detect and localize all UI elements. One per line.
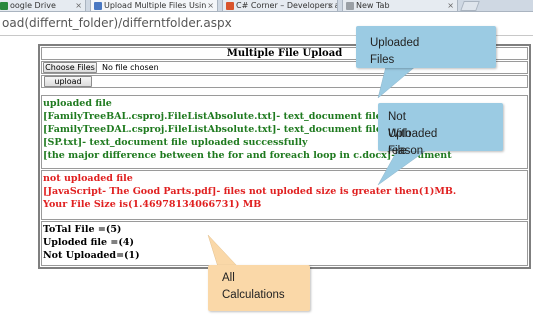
close-icon[interactable]: × — [447, 0, 454, 11]
callout-text-line: With reason — [388, 128, 424, 157]
callout-text: Uploaded Files — [370, 37, 420, 66]
tab-google-drive[interactable]: oogle Drive × — [0, 0, 86, 11]
close-icon[interactable]: × — [75, 0, 82, 11]
close-icon[interactable]: × — [327, 0, 334, 11]
drive-icon — [0, 2, 8, 10]
page-icon — [94, 2, 102, 10]
close-icon[interactable]: × — [207, 0, 214, 11]
csharp-corner-icon — [226, 2, 234, 10]
browser-tab-bar: oogle Drive × Upload Multiple Files Usin… — [0, 0, 533, 12]
upload-button[interactable]: upload — [44, 76, 92, 87]
tab-label: New Tab — [356, 1, 390, 10]
tab-csharp-corner[interactable]: C# Corner – Developers a × — [222, 0, 338, 11]
not-uploaded-line: Your File Size is(1.46978134066731) MB — [43, 199, 262, 210]
new-tab-button[interactable] — [460, 1, 480, 11]
callout-text-line: Calculations — [222, 289, 285, 301]
choose-files-button[interactable]: Choose Files — [43, 62, 97, 73]
no-file-label: No file chosen — [102, 63, 159, 72]
tab-upload-multiple-files[interactable]: Upload Multiple Files Usin × — [90, 0, 218, 11]
callout-text-line: All — [222, 272, 235, 284]
tab-new-tab[interactable]: New Tab × — [342, 0, 458, 11]
page-icon — [346, 2, 354, 10]
tab-label: oogle Drive — [10, 1, 56, 10]
url-text: oad(differnt_folder)/differntfolder.aspx — [2, 16, 232, 30]
tab-label: Upload Multiple Files Usin — [104, 1, 207, 10]
tab-label: C# Corner – Developers a — [236, 1, 338, 10]
